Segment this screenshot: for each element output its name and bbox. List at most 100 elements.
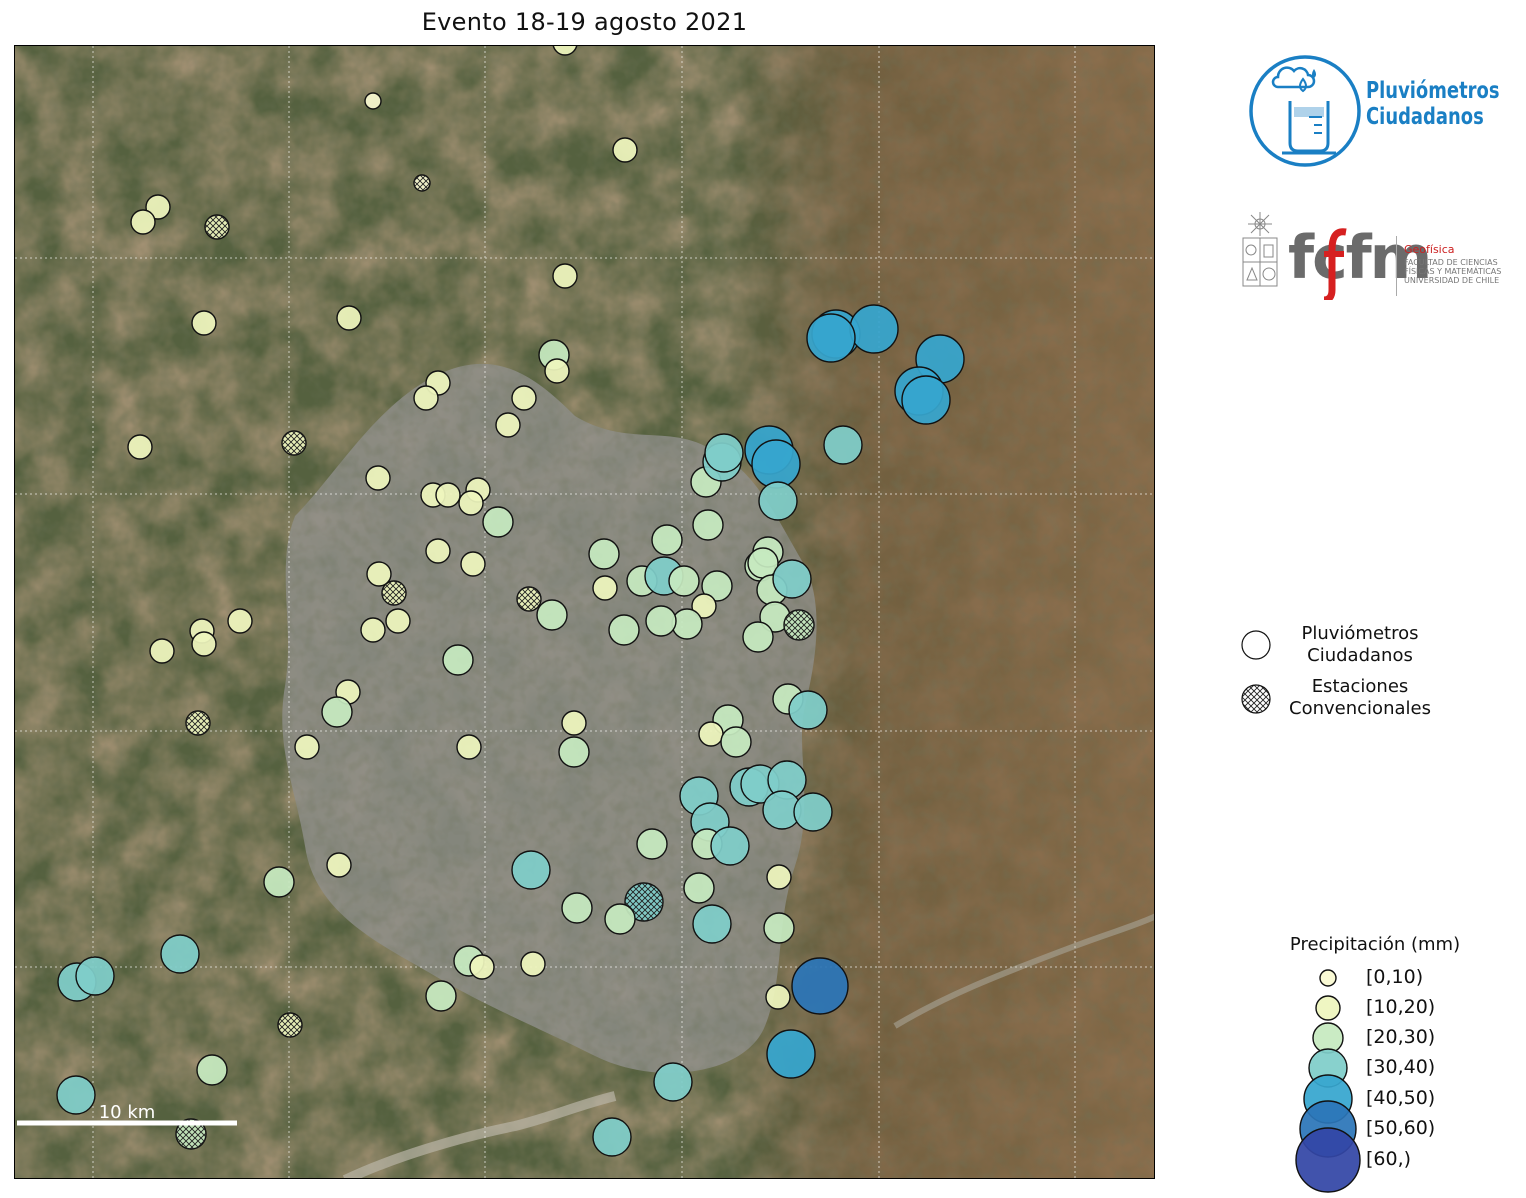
pluviometro-marker[interactable] [458, 490, 484, 516]
map-panel[interactable]: 10 km [14, 45, 1155, 1179]
pluviometro-marker[interactable] [791, 957, 849, 1015]
estacion-convencional-hatch [282, 431, 306, 455]
convencionales-legend-marker [1241, 684, 1271, 714]
pluviometro-marker[interactable] [511, 385, 537, 411]
pluviometro-marker[interactable] [561, 892, 593, 924]
pluviometro-marker[interactable] [321, 696, 353, 728]
pluviometro-marker[interactable] [692, 509, 724, 541]
pluviometro-marker[interactable] [604, 903, 636, 935]
ciudadanos-legend-marker [1241, 630, 1271, 660]
precipitation-legend-label: [40,50) [1366, 1087, 1436, 1109]
pluviometro-marker[interactable] [710, 826, 750, 866]
pluviometro-marker[interactable] [435, 482, 461, 508]
pluviometro-marker[interactable] [336, 305, 362, 331]
pluviometro-marker[interactable] [385, 608, 411, 634]
pluviometro-marker[interactable] [536, 599, 568, 631]
pluviometro-marker[interactable] [56, 1075, 96, 1115]
pluviometro-marker[interactable] [766, 864, 792, 890]
uchile-seal-icon [1242, 212, 1278, 287]
pluviometro-marker[interactable] [558, 736, 590, 768]
pluviometro-marker[interactable] [456, 734, 482, 760]
pluviometro-marker[interactable] [364, 92, 382, 110]
pluviometro-marker[interactable] [365, 465, 391, 491]
pluviometro-marker[interactable] [160, 934, 200, 974]
pluviometro-marker[interactable] [294, 734, 320, 760]
ciudadanos-legend-label: Pluviómetros Ciudadanos [1301, 623, 1419, 666]
pluviometro-marker[interactable] [326, 852, 352, 878]
precipitation-legend-label: [0,10) [1366, 966, 1424, 988]
pluviometro-marker[interactable] [683, 872, 715, 904]
pluviometro-marker[interactable] [742, 621, 774, 653]
estacion-convencional-hatch [414, 175, 430, 191]
pluviometro-marker[interactable] [849, 304, 899, 354]
precipitation-legend-label: [50,60) [1366, 1117, 1436, 1139]
pluviometro-marker[interactable] [636, 828, 668, 860]
scale-bar-label: 10 km [99, 1102, 156, 1123]
pluviometro-marker[interactable] [552, 263, 578, 289]
pluviometro-marker[interactable] [758, 481, 798, 521]
satellite-basemap: 10 km [15, 46, 1154, 1178]
pluviometro-marker[interactable] [425, 538, 451, 564]
pluviometro-marker[interactable] [592, 575, 618, 601]
pluviometro-marker[interactable] [901, 375, 951, 425]
precipitation-legend-label: [10,20) [1366, 996, 1436, 1018]
pluviometro-marker[interactable] [460, 551, 486, 577]
precipitation-legend-marker [1319, 969, 1337, 987]
pluviometro-marker[interactable] [413, 385, 439, 411]
pluviometro-marker[interactable] [651, 524, 683, 556]
pluviometro-marker[interactable] [823, 425, 863, 465]
pluviometro-marker[interactable] [645, 605, 677, 637]
pluviometro-marker[interactable] [425, 980, 457, 1012]
precipitation-legend-marker [1295, 1127, 1361, 1193]
pluviometro-marker[interactable] [765, 984, 791, 1010]
estacion-convencional-hatch [784, 610, 814, 640]
pluviometro-marker[interactable] [806, 313, 856, 363]
pluviometro-marker[interactable] [671, 608, 703, 640]
pluviometros-logo-icon [1249, 55, 1361, 167]
precipitation-legend-marker [1315, 995, 1341, 1021]
pluviometro-marker[interactable] [704, 433, 744, 473]
pluviometro-marker[interactable] [127, 434, 153, 460]
pluviometro-marker[interactable] [772, 559, 812, 599]
pluviometro-marker[interactable] [608, 614, 640, 646]
pluviometro-marker[interactable] [653, 1062, 693, 1102]
pluviometro-marker[interactable] [561, 710, 587, 736]
convencionales-legend-label: Estaciones Convencionales [1289, 676, 1431, 719]
precipitation-legend-label: [30,40) [1366, 1056, 1436, 1078]
pluviometro-marker[interactable] [720, 726, 752, 758]
pluviometro-marker[interactable] [668, 565, 700, 597]
pluviometro-marker[interactable] [763, 912, 795, 944]
pluviometro-marker[interactable] [149, 638, 175, 664]
map-title: Evento 18-19 agosto 2021 [421, 8, 748, 36]
pluviometro-marker[interactable] [482, 506, 514, 538]
pluviometro-marker[interactable] [75, 956, 115, 996]
pluviometro-marker[interactable] [227, 608, 253, 634]
pluviometro-marker[interactable] [592, 1117, 632, 1157]
fcfm-logo: fcfm Geofísica FACULTAD DE CIENCIAS FÍSI… [1240, 210, 1520, 302]
pluviometro-marker[interactable] [511, 850, 551, 890]
pluviometro-marker[interactable] [766, 1029, 816, 1079]
pluviometro-marker[interactable] [191, 631, 217, 657]
pluviometro-marker[interactable] [191, 310, 217, 336]
estacion-convencional-hatch [186, 711, 210, 735]
pluviometro-marker[interactable] [263, 866, 295, 898]
pluviometro-marker[interactable] [360, 617, 386, 643]
pluviometro-marker[interactable] [698, 721, 724, 747]
pluviometro-marker[interactable] [788, 690, 828, 730]
pluviometro-marker[interactable] [751, 439, 801, 489]
pluviometro-marker[interactable] [196, 1054, 228, 1086]
pluviometro-marker[interactable] [130, 209, 156, 235]
pluviometros-logo-text: Pluviómetros Ciudadanos [1366, 78, 1500, 130]
precipitation-legend-markers [1295, 969, 1361, 1193]
pluviometro-marker[interactable] [442, 644, 474, 676]
pluviometro-marker[interactable] [793, 792, 833, 832]
pluviometro-marker[interactable] [469, 954, 495, 980]
pluviometro-marker[interactable] [612, 137, 638, 163]
pluviometro-marker[interactable] [495, 412, 521, 438]
pluviometro-marker[interactable] [520, 951, 546, 977]
pluviometro-marker[interactable] [692, 904, 732, 944]
pluviometro-marker[interactable] [544, 358, 570, 384]
pluviometro-marker[interactable] [588, 538, 620, 570]
estacion-convencional-hatch [517, 587, 541, 611]
estacion-convencional-hatch [205, 215, 229, 239]
